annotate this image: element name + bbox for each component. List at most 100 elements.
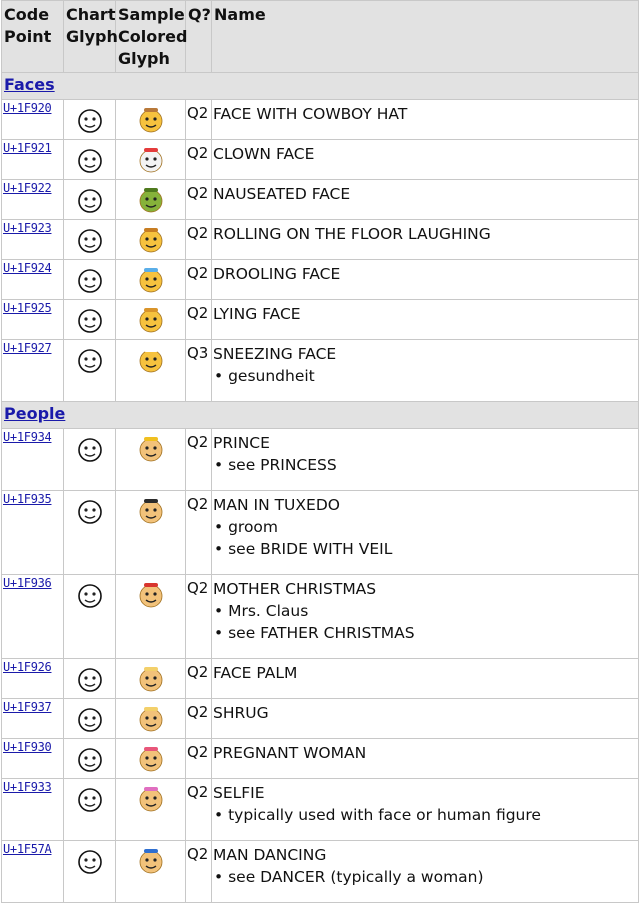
annotation-item: see DANCER (typically a woman) — [214, 866, 638, 888]
sample-glyph-cell — [115, 658, 186, 699]
emoji-name: LYING FACE — [213, 305, 301, 323]
chart-glyph-cell — [63, 698, 116, 739]
chart-glyph-cell — [63, 99, 116, 140]
name-cell: SHRUG — [211, 698, 639, 739]
quality-cell: Q2 — [185, 840, 212, 903]
name-cell: ROLLING ON THE FLOOR LAUGHING — [211, 219, 639, 260]
code-point-link[interactable]: U+1F57A — [2, 841, 63, 856]
emoji-name: ROLLING ON THE FLOOR LAUGHING — [213, 225, 491, 243]
table-row: U+1F924 Q2 DROOLING FACE — [1, 259, 639, 300]
mother-christmas-chart-icon — [77, 584, 102, 608]
drooling-face-chart-icon — [77, 269, 102, 293]
section-row-faces: Faces — [1, 72, 639, 100]
code-point-cell: U+1F937 — [1, 698, 64, 739]
mother-christmas-icon — [139, 583, 162, 608]
shrug-icon — [139, 707, 162, 732]
chart-glyph-cell — [63, 574, 116, 659]
chart-glyph-cell — [63, 738, 116, 779]
sample-glyph-cell — [115, 139, 186, 180]
name-cell: PRINCE see PRINCESS — [211, 428, 639, 491]
code-point-link[interactable]: U+1F933 — [2, 779, 63, 794]
code-point-link[interactable]: U+1F934 — [2, 429, 63, 444]
name-cell: SELFIE typically used with face or human … — [211, 778, 639, 841]
code-point-cell: U+1F920 — [1, 99, 64, 140]
header-name: Name — [211, 0, 639, 73]
code-point-cell: U+1F57A — [1, 840, 64, 903]
name-cell: MAN IN TUXEDO groomsee BRIDE WITH VEIL — [211, 490, 639, 575]
code-point-link[interactable]: U+1F927 — [2, 340, 63, 355]
code-point-link[interactable]: U+1F920 — [2, 100, 63, 115]
shrug-chart-icon — [77, 708, 102, 732]
clown-face-chart-icon — [77, 149, 102, 173]
sneezing-face-icon — [139, 348, 162, 373]
name-cell: SNEEZING FACE gesundheit — [211, 339, 639, 402]
code-point-link[interactable]: U+1F935 — [2, 491, 63, 506]
quality-cell: Q2 — [185, 658, 212, 699]
code-point-cell: U+1F923 — [1, 219, 64, 260]
code-point-link[interactable]: U+1F926 — [2, 659, 63, 674]
chart-glyph-cell — [63, 840, 116, 903]
drooling-face-icon — [139, 268, 162, 293]
annotation-list: see PRINCESS — [213, 454, 638, 476]
section-link-people[interactable]: People — [2, 404, 65, 423]
code-point-link[interactable]: U+1F924 — [2, 260, 63, 275]
sneezing-face-chart-icon — [77, 349, 102, 373]
quality-cell: Q2 — [185, 428, 212, 491]
name-cell: NAUSEATED FACE — [211, 179, 639, 220]
code-point-cell: U+1F933 — [1, 778, 64, 841]
section-cell: People — [1, 401, 639, 429]
emoji-name: SHRUG — [213, 704, 269, 722]
table-row: U+1F922 Q2 NAUSEATED FACE — [1, 179, 639, 220]
code-point-link[interactable]: U+1F921 — [2, 140, 63, 155]
table-row: U+1F923 Q2 ROLLING ON THE FLOOR LAUGHING — [1, 219, 639, 260]
chart-glyph-cell — [63, 658, 116, 699]
code-point-link[interactable]: U+1F923 — [2, 220, 63, 235]
pregnant-woman-chart-icon — [77, 748, 102, 772]
prince-icon — [139, 437, 162, 462]
annotation-list: typically used with face or human figure — [213, 804, 638, 826]
cowboy-hat-face-icon — [139, 108, 162, 133]
annotation-item: see FATHER CHRISTMAS — [214, 622, 638, 644]
man-dancing-icon — [139, 849, 162, 874]
annotation-item: gesundheit — [214, 365, 638, 387]
header-code-point: Code Point — [1, 0, 64, 73]
section-link-faces[interactable]: Faces — [2, 75, 55, 94]
code-point-cell: U+1F922 — [1, 179, 64, 220]
quality-cell: Q3 — [185, 339, 212, 402]
name-cell: CLOWN FACE — [211, 139, 639, 180]
header-q: Q? — [185, 0, 212, 73]
code-point-link[interactable]: U+1F937 — [2, 699, 63, 714]
prince-chart-icon — [77, 438, 102, 462]
emoji-name: SELFIE — [213, 784, 265, 802]
emoji-name: SNEEZING FACE — [213, 345, 337, 363]
emoji-name: MOTHER CHRISTMAS — [213, 580, 377, 598]
emoji-name: NAUSEATED FACE — [213, 185, 351, 203]
table-row: U+1F925 Q2 LYING FACE — [1, 299, 639, 340]
chart-glyph-cell — [63, 259, 116, 300]
name-cell: FACE PALM — [211, 658, 639, 699]
quality-cell: Q2 — [185, 490, 212, 575]
emoji-chart-table: Code Point Chart Glyph Sample Colored Gl… — [1, 0, 639, 903]
quality-cell: Q2 — [185, 219, 212, 260]
code-point-link[interactable]: U+1F922 — [2, 180, 63, 195]
code-point-link[interactable]: U+1F936 — [2, 575, 63, 590]
selfie-chart-icon — [77, 788, 102, 812]
nauseated-face-chart-icon — [77, 189, 102, 213]
selfie-icon — [139, 787, 162, 812]
chart-glyph-cell — [63, 428, 116, 491]
code-point-cell: U+1F930 — [1, 738, 64, 779]
quality-cell: Q2 — [185, 778, 212, 841]
pregnant-woman-icon — [139, 747, 162, 772]
rofl-face-chart-icon — [77, 229, 102, 253]
code-point-link[interactable]: U+1F925 — [2, 300, 63, 315]
annotation-list: see DANCER (typically a woman) — [213, 866, 638, 888]
code-point-cell: U+1F921 — [1, 139, 64, 180]
sample-glyph-cell — [115, 840, 186, 903]
code-point-link[interactable]: U+1F930 — [2, 739, 63, 754]
annotation-list: groomsee BRIDE WITH VEIL — [213, 516, 638, 560]
sample-glyph-cell — [115, 778, 186, 841]
lying-face-chart-icon — [77, 309, 102, 333]
emoji-name: MAN IN TUXEDO — [213, 496, 340, 514]
name-cell: MOTHER CHRISTMAS Mrs. Claussee FATHER CHR… — [211, 574, 639, 659]
quality-cell: Q2 — [185, 698, 212, 739]
